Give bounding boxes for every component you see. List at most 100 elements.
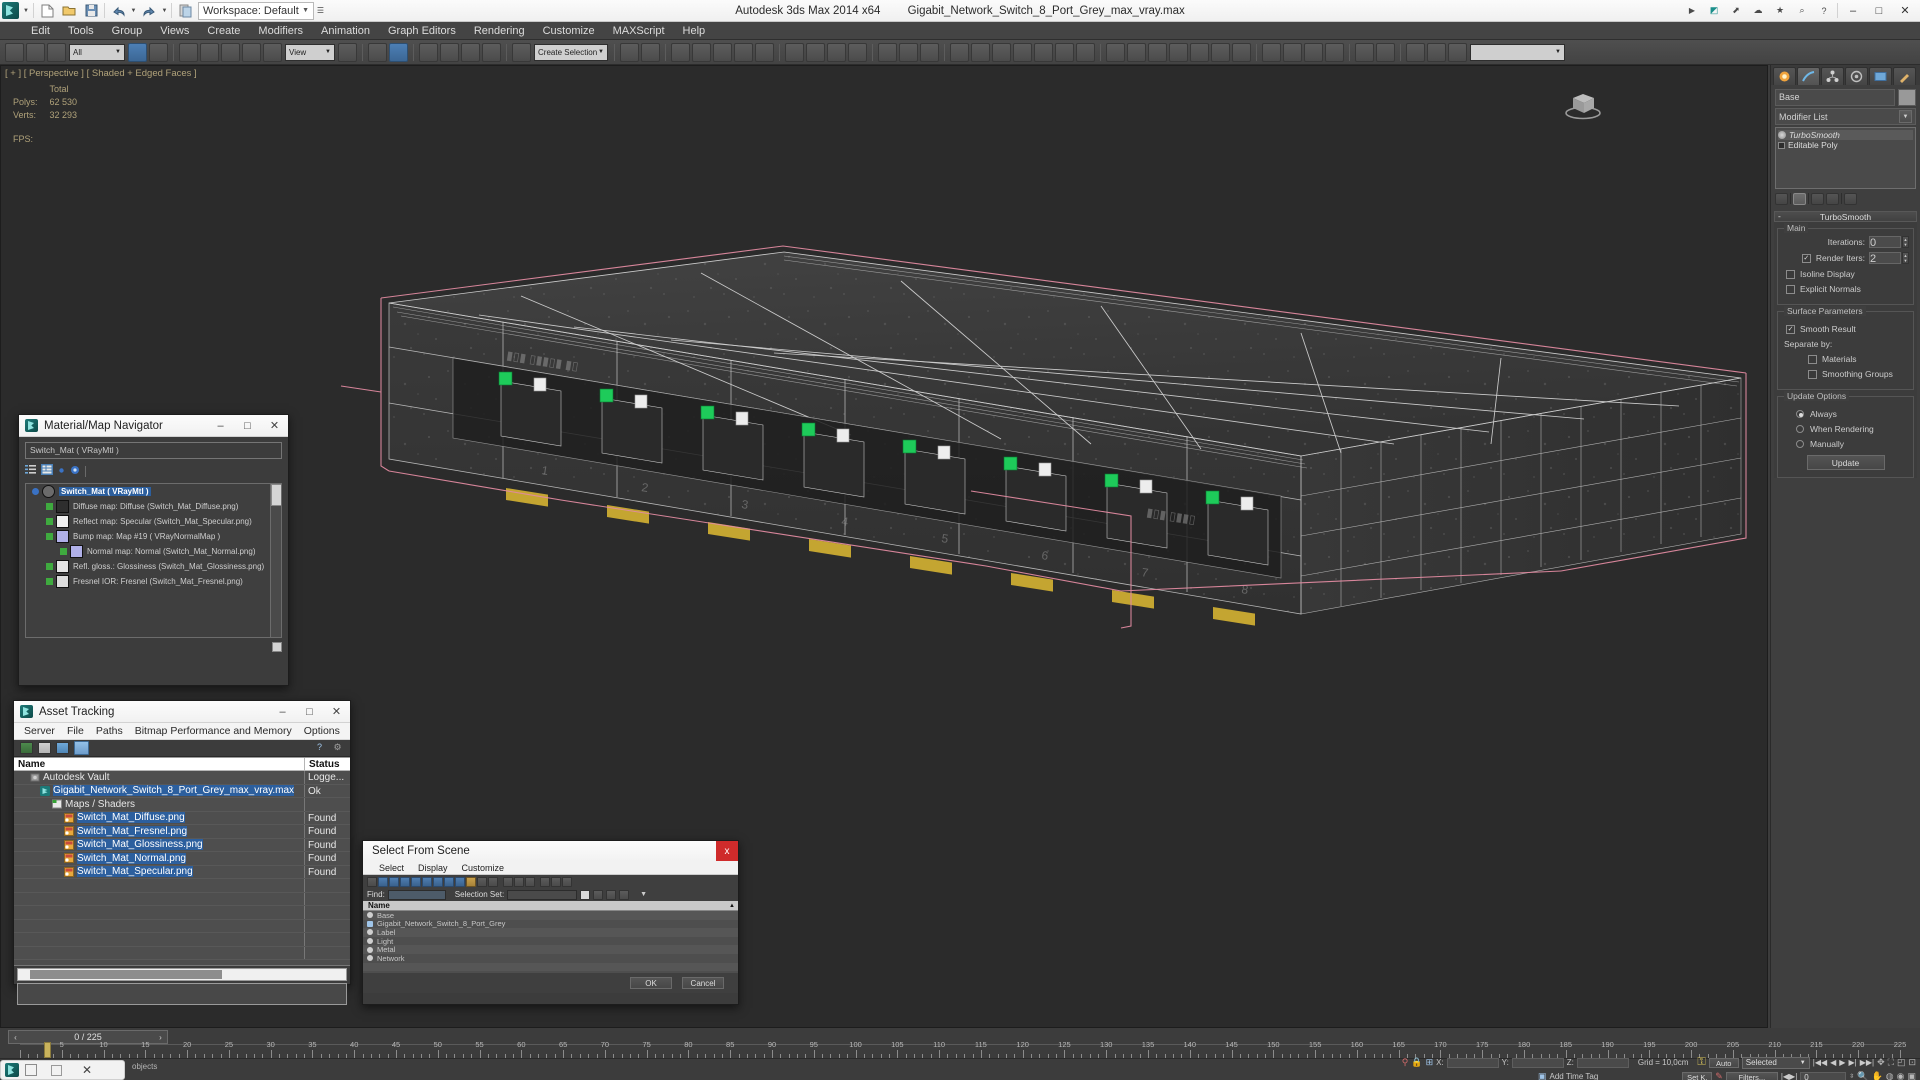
- rectangular-select-region-icon[interactable]: [179, 42, 198, 62]
- key-mode-toggle-2-icon[interactable]: |◀▶|: [1781, 1072, 1797, 1080]
- tab-motion[interactable]: [1845, 67, 1868, 85]
- menu-item-group[interactable]: Group: [103, 22, 152, 40]
- chevron-down-icon[interactable]: ▼: [640, 891, 647, 898]
- expand-all-icon[interactable]: [503, 876, 513, 887]
- maximize-viewport-icon[interactable]: ⊡: [1908, 1057, 1916, 1068]
- map-swatch[interactable]: [56, 515, 69, 528]
- vray-gi-icon[interactable]: [1304, 42, 1323, 62]
- resize-grip-icon[interactable]: [272, 642, 282, 652]
- vray-plane-icon[interactable]: [950, 42, 969, 62]
- vray-dome-icon[interactable]: [971, 42, 990, 62]
- list-item[interactable]: Light: [363, 937, 738, 946]
- display-geometry-icon[interactable]: [378, 876, 388, 887]
- material-tree-row[interactable]: Switch_Mat ( VRayMtl ): [26, 484, 281, 499]
- lock-selection-icon[interactable]: 🔒: [1411, 1057, 1422, 1068]
- iterations-field[interactable]: 0: [1869, 236, 1901, 249]
- material-tree-row[interactable]: Normal map: Normal (Switch_Mat_Normal.pn…: [26, 544, 281, 559]
- material-tree-row[interactable]: Diffuse map: Diffuse (Switch_Mat_Diffuse…: [26, 499, 281, 514]
- iterations-spinner[interactable]: ▲ ▼: [1902, 236, 1909, 248]
- set-key-button[interactable]: Set K.: [1682, 1071, 1713, 1080]
- asset-tracking-close[interactable]: ✕: [323, 701, 350, 723]
- star-icon[interactable]: ★: [1769, 1, 1791, 20]
- project-folder-icon[interactable]: [174, 1, 196, 20]
- list-view-icon[interactable]: [25, 464, 36, 478]
- menu-item-select[interactable]: Select: [372, 863, 411, 873]
- vault-login-icon[interactable]: [56, 742, 69, 754]
- asset-tracking-window[interactable]: Asset Tracking – □ ✕ Server File Paths B…: [13, 700, 351, 1005]
- find-input[interactable]: [387, 889, 446, 900]
- absolute-relative-mode-icon[interactable]: ⊞: [1426, 1057, 1434, 1068]
- render-preset-dropdown[interactable]: ▼: [1470, 43, 1565, 61]
- tree-view-icon[interactable]: [41, 464, 53, 478]
- key-mode-toggle-icon[interactable]: ⚿: [1697, 1056, 1705, 1069]
- vray-render-mask-icon[interactable]: [1325, 42, 1344, 62]
- edit-named-selection-icon[interactable]: [512, 42, 531, 62]
- select-link-icon[interactable]: [5, 42, 24, 62]
- selection-set-dropdown-icon[interactable]: [580, 889, 591, 900]
- current-key-field[interactable]: 0: [1800, 1071, 1847, 1080]
- material-navigator-close[interactable]: ✕: [261, 415, 288, 437]
- always-row[interactable]: Always: [1796, 409, 1909, 419]
- tab-utilities[interactable]: [1893, 67, 1916, 85]
- add-time-tag-icon[interactable]: ▣: [1538, 1071, 1547, 1080]
- help-assets-icon[interactable]: ?: [313, 742, 326, 754]
- manually-radio[interactable]: [1796, 440, 1804, 448]
- material-navigator-titlebar[interactable]: Material/Map Navigator – □ ✕: [19, 415, 288, 437]
- auto-key-button[interactable]: Auto: [1708, 1057, 1739, 1068]
- explicit-normals-row[interactable]: Explicit Normals: [1786, 284, 1909, 294]
- open-file-icon[interactable]: [58, 1, 80, 20]
- key-filter-dropdown[interactable]: Selected ▼: [1741, 1056, 1810, 1069]
- when-rendering-radio[interactable]: [1796, 425, 1804, 433]
- table-row[interactable]: Switch_Mat_Fresnel.png Found: [14, 825, 350, 839]
- menu-item-customize[interactable]: Customize: [455, 863, 512, 873]
- viewport-label[interactable]: [ + ] [ Perspective ] [ Shaded + Edged F…: [5, 68, 197, 79]
- materials-row[interactable]: Materials: [1808, 354, 1909, 364]
- large-dot-icon[interactable]: [70, 465, 80, 478]
- smooth-result-checkbox[interactable]: ✓: [1786, 324, 1795, 334]
- expand-icon[interactable]: [1778, 141, 1785, 149]
- previous-frame-icon[interactable]: ◀: [1830, 1058, 1836, 1067]
- vray-sphere-fade-icon[interactable]: [1127, 42, 1146, 62]
- create-selection-set-icon[interactable]: [593, 889, 604, 900]
- modifier-stack-item-turbosmooth[interactable]: TurboSmooth: [1778, 130, 1913, 140]
- use-pivot-center-icon[interactable]: [338, 42, 357, 62]
- filter-icon[interactable]: [540, 876, 550, 887]
- snaps-toggle-icon[interactable]: [389, 42, 408, 62]
- vray-ambient-light-icon[interactable]: [1262, 42, 1281, 62]
- tab-modify[interactable]: [1797, 67, 1820, 85]
- display-groups-icon[interactable]: [444, 876, 454, 887]
- render-production-icon[interactable]: [848, 42, 867, 62]
- unlink-icon[interactable]: [26, 42, 45, 62]
- vray-material-icon[interactable]: [1283, 42, 1302, 62]
- open-file-assets-icon[interactable]: [38, 742, 51, 754]
- isoline-display-checkbox[interactable]: [1786, 269, 1795, 279]
- collapse-all-icon[interactable]: [514, 876, 524, 887]
- isoline-display-row[interactable]: Isoline Display: [1786, 269, 1909, 279]
- render-iters-spinner[interactable]: ▲ ▼: [1902, 252, 1909, 264]
- curve-editor-icon[interactable]: [734, 42, 753, 62]
- modifier-stack-item-editable-poly[interactable]: Editable Poly: [1778, 140, 1913, 150]
- list-item[interactable]: Base: [363, 911, 738, 920]
- vray-ies-icon[interactable]: [1232, 42, 1251, 62]
- pin-stack-icon[interactable]: [1775, 192, 1788, 205]
- activeshade-icon[interactable]: [899, 42, 918, 62]
- selection-set-input[interactable]: [507, 889, 578, 900]
- search-icon[interactable]: ⌕: [1791, 1, 1813, 20]
- tab-hierarchy[interactable]: [1821, 67, 1844, 85]
- zoom-icon[interactable]: 🔍: [1857, 1071, 1868, 1080]
- angle-snap-icon[interactable]: [440, 42, 459, 62]
- configure-modifier-sets-icon[interactable]: [1844, 192, 1857, 205]
- expand-node-icon[interactable]: [32, 488, 39, 495]
- restore-window-icon[interactable]: [25, 1064, 37, 1076]
- time-slider-handle[interactable]: [44, 1042, 51, 1058]
- named-selection-set-dropdown[interactable]: Create Selection ▼: [534, 43, 608, 61]
- table-row[interactable]: Switch_Mat_Specular.png Found: [14, 865, 350, 879]
- go-to-start-icon[interactable]: |◀◀: [1813, 1058, 1827, 1067]
- viewcube-icon[interactable]: [1561, 80, 1605, 124]
- menu-item-modifiers[interactable]: Modifiers: [249, 22, 312, 40]
- scrollbar-thumb[interactable]: [30, 970, 222, 979]
- rendered-frame-window-icon[interactable]: [827, 42, 846, 62]
- list-item[interactable]: Label: [363, 928, 738, 937]
- select-by-name-icon[interactable]: [149, 42, 168, 62]
- taskbar-thumbnail[interactable]: ✕: [0, 1060, 125, 1080]
